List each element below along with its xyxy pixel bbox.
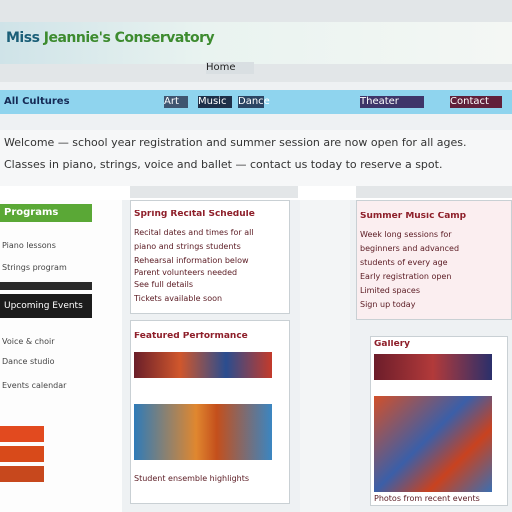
- card-summer-camp-line-6[interactable]: Sign up today: [360, 300, 508, 309]
- gallery-image-strip[interactable]: [374, 354, 492, 380]
- card-recital-line-4: Parent volunteers needed: [134, 268, 238, 277]
- sidebar-item-strings[interactable]: Strings program: [2, 262, 102, 273]
- nav-brand[interactable]: All Cultures: [4, 96, 100, 108]
- nav-item-contact[interactable]: Contact: [450, 96, 502, 108]
- nav-item-music[interactable]: Music: [198, 96, 232, 108]
- sidebar-item-voice[interactable]: Voice & choir: [2, 336, 102, 347]
- announcement-line-2: Classes in piano, strings, voice and bal…: [4, 158, 443, 171]
- sidebar-item-piano[interactable]: Piano lessons: [2, 240, 102, 251]
- card-summer-camp-line-4: Early registration open: [360, 272, 452, 281]
- home-link[interactable]: Home: [206, 62, 254, 74]
- card-gallery-caption: Photos from recent events: [374, 494, 480, 503]
- sidebar-item-events[interactable]: Events calendar: [2, 380, 102, 391]
- sidebar-events-banner[interactable]: Upcoming Events: [0, 294, 92, 318]
- card-gallery-title[interactable]: Gallery: [374, 340, 504, 349]
- sidebar-item-dance[interactable]: Dance studio: [2, 356, 102, 367]
- card-summer-camp-line-1: Week long sessions for: [360, 230, 452, 239]
- sidebar-header: Programs: [0, 204, 92, 222]
- sidebar-divider: [0, 282, 92, 290]
- card-summer-camp-title[interactable]: Summer Music Camp: [360, 212, 508, 221]
- card-summer-camp-line-5: Limited spaces: [360, 286, 421, 295]
- site-title-part1: Miss: [6, 30, 40, 46]
- card-summer-camp-line-3: students of every age: [360, 258, 448, 267]
- card-recital-line-2: piano and strings students: [134, 242, 241, 251]
- sidebar-thumbnail-1[interactable]: [0, 426, 44, 442]
- card-featured-title[interactable]: Featured Performance: [134, 332, 284, 341]
- announcement-line-1: Welcome — school year registration and s…: [4, 136, 467, 149]
- section-divider: [0, 186, 512, 200]
- nav-item-dance[interactable]: Dance: [238, 96, 270, 108]
- site-title[interactable]: Miss Jeannie's Conservatory: [6, 30, 426, 58]
- card-recital-title[interactable]: Spring Recital Schedule: [134, 210, 284, 219]
- nav-item-art[interactable]: Art: [164, 96, 188, 108]
- section-tab-2: [356, 186, 512, 198]
- card-recital-line-3: Rehearsal information below: [134, 256, 249, 265]
- nav-item-theater[interactable]: Theater: [360, 96, 424, 108]
- site-title-part2: Jeannie's Conservatory: [43, 30, 215, 46]
- sidebar-thumbnail-2[interactable]: [0, 446, 44, 462]
- card-recital-line-5[interactable]: See full details: [134, 280, 284, 289]
- sidebar-thumbnail-3[interactable]: [0, 466, 44, 482]
- section-tab-1: [130, 186, 298, 198]
- column-gutter: [300, 200, 350, 512]
- card-recital-line-6: Tickets available soon: [134, 294, 223, 303]
- card-featured-caption: Student ensemble highlights: [134, 474, 250, 483]
- featured-image[interactable]: [134, 404, 272, 460]
- featured-image-strip[interactable]: [134, 352, 272, 378]
- gallery-image[interactable]: [374, 396, 492, 492]
- card-summer-camp-line-2: beginners and advanced: [360, 244, 460, 253]
- card-recital-line-1: Recital dates and times for all: [134, 228, 254, 237]
